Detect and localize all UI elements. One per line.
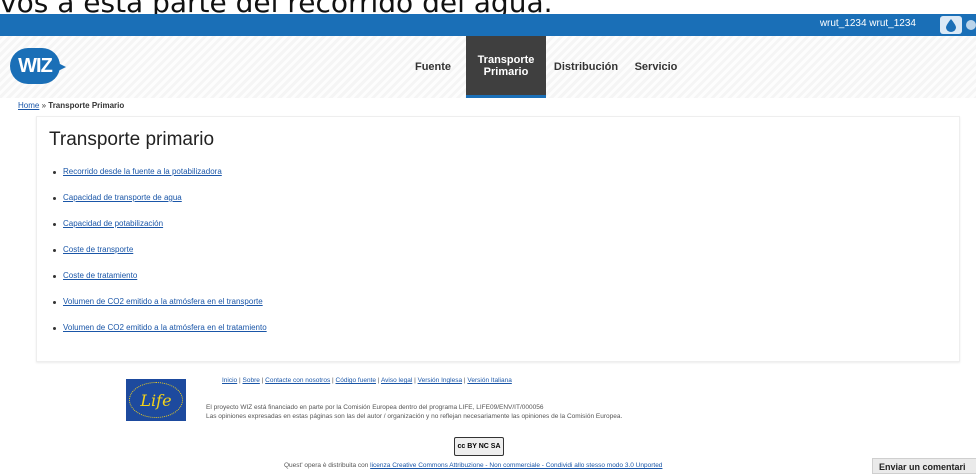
topic-list: Recorrido desde la fuente a la potabiliz… — [53, 167, 267, 349]
cc-license-badge[interactable]: cc BY NC SA — [454, 437, 504, 456]
footer-link-contacto[interactable]: Contacte con nosotros — [265, 377, 330, 384]
feedback-button[interactable]: Enviar un comentari — [872, 458, 976, 474]
footer-funding-line: El proyecto WIZ está financiado en parte… — [206, 404, 544, 411]
logo-tail-icon — [56, 62, 66, 72]
license-text: Quest' opera è distribuita con licenza C… — [284, 462, 662, 469]
bullet-icon — [53, 223, 56, 226]
footer-link-italiana[interactable]: Versión Italiana — [467, 377, 511, 384]
user-menu-link[interactable]: wrut_1234 wrut_1234 — [820, 18, 916, 29]
cc-badge-text: cc BY NC SA — [457, 443, 501, 450]
footer-link-codigo[interactable]: Código fuente — [336, 377, 376, 384]
breadcrumb: Home » Transporte Primario — [18, 101, 124, 110]
page-title: Transporte primario — [49, 129, 215, 150]
footer-link-inglesa[interactable]: Versión Inglesa — [418, 377, 462, 384]
footer-disclaimer: El proyecto WIZ está financiado en parte… — [206, 403, 622, 421]
main-nav: Fuente Transporte Primario Distribución … — [400, 36, 686, 98]
footer-link-aviso[interactable]: Aviso legal — [381, 377, 412, 384]
topic-link[interactable]: Recorrido desde la fuente a la potabiliz… — [63, 167, 222, 176]
list-item: Capacidad de transporte de agua — [53, 193, 267, 219]
bullet-icon — [53, 171, 56, 174]
footer-link-inicio[interactable]: Inicio — [222, 377, 237, 384]
breadcrumb-current: Transporte Primario — [48, 101, 125, 110]
license-prefix: Quest' opera è distribuita con — [284, 462, 371, 469]
nav-transporte-primario[interactable]: Transporte Primario — [466, 36, 546, 98]
eu-stars-icon — [129, 382, 183, 418]
footer-opinion-line: Las opiniones expresadas en estas página… — [206, 413, 623, 420]
list-item: Capacidad de potabilización — [53, 219, 267, 245]
list-item: Volumen de CO2 emitido a la atmósfera en… — [53, 297, 267, 323]
bullet-icon — [53, 327, 56, 330]
list-item: Coste de transporte — [53, 245, 267, 271]
topic-link[interactable]: Volumen de CO2 emitido a la atmósfera en… — [63, 323, 267, 332]
footer-links: Inicio | Sobre | Contacte con nosotros |… — [222, 377, 512, 384]
life-logo[interactable]: Life — [126, 379, 186, 421]
breadcrumb-home[interactable]: Home — [18, 101, 39, 110]
top-bar: wrut_1234 wrut_1234 — [0, 14, 976, 36]
wiz-logo[interactable]: WIZ — [10, 48, 60, 84]
list-item: Volumen de CO2 emitido a la atmósfera en… — [53, 323, 267, 349]
breadcrumb-separator: » — [39, 101, 49, 110]
topic-link[interactable]: Coste de transporte — [63, 245, 133, 254]
bullet-icon — [53, 275, 56, 278]
site-header: WIZ Fuente Transporte Primario Distribuc… — [0, 36, 976, 98]
bullet-icon — [53, 301, 56, 304]
nav-fuente[interactable]: Fuente — [400, 36, 466, 98]
bullet-icon — [53, 249, 56, 252]
bullet-icon — [53, 197, 56, 200]
license-link[interactable]: licenza Creative Commons Attribuzione - … — [370, 462, 662, 469]
nav-servicio[interactable]: Servicio — [626, 36, 686, 98]
content-panel: Transporte primario Recorrido desde la f… — [36, 116, 960, 362]
topic-link[interactable]: Capacidad de potabilización — [63, 219, 163, 228]
nav-distribucion[interactable]: Distribución — [546, 36, 626, 98]
drop-edge-icon[interactable] — [966, 20, 976, 30]
topic-link[interactable]: Volumen de CO2 emitido a la atmósfera en… — [63, 297, 263, 306]
footer-link-sobre[interactable]: Sobre — [243, 377, 260, 384]
list-item: Recorrido desde la fuente a la potabiliz… — [53, 167, 267, 193]
topic-link[interactable]: Capacidad de transporte de agua — [63, 193, 182, 202]
list-item: Coste de tratamiento — [53, 271, 267, 297]
topic-link[interactable]: Coste de tratamiento — [63, 271, 137, 280]
water-drop-icon[interactable] — [940, 16, 962, 34]
